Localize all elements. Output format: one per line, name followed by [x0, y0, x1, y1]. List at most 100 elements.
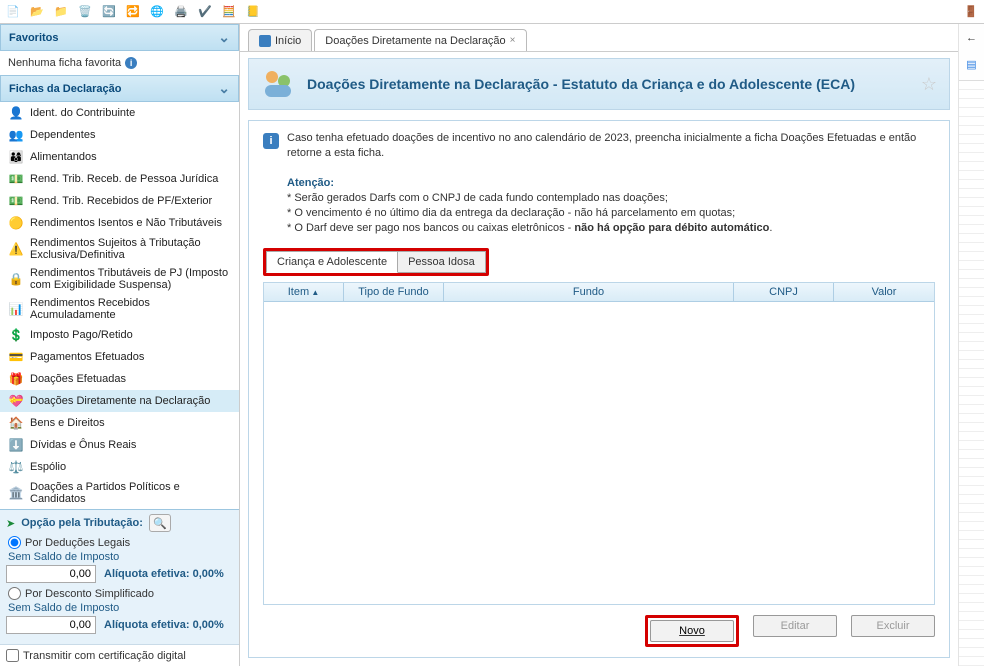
tab-home[interactable]: Início	[248, 29, 312, 51]
info-icon[interactable]: i	[125, 57, 137, 69]
subtab-bar: Criança e Adolescente Pessoa Idosa	[263, 248, 935, 276]
exempt-icon: 🟡	[8, 215, 24, 231]
sort-asc-icon	[309, 286, 319, 298]
tree-item[interactable]: 📊Rendimentos Recebidos Acumuladamente	[0, 294, 239, 324]
excluir-button: Excluir	[851, 615, 935, 637]
col-item[interactable]: Item	[264, 283, 344, 301]
tree-item[interactable]: 💲Imposto Pago/Retido	[0, 324, 239, 346]
simplificado-value-input[interactable]	[6, 616, 96, 634]
trash-icon[interactable]: 🗑️	[76, 3, 94, 21]
cert-digital-checkbox[interactable]	[6, 649, 19, 662]
money-in-icon: 💵	[8, 171, 24, 187]
tax-option-title: Opção pela Tributação:	[21, 517, 143, 529]
arrow-icon: ➤	[6, 517, 15, 530]
tree-item[interactable]: 👨‍👩‍👦Alimentandos	[0, 146, 239, 168]
family-icon: 👨‍👩‍👦	[8, 149, 24, 165]
tree-item[interactable]: ⚖️Espólio	[0, 456, 239, 478]
col-valor[interactable]: Valor	[834, 283, 934, 301]
sidebar: Favoritos Nenhuma ficha favorita i Ficha…	[0, 24, 240, 666]
col-cnpj[interactable]: CNPJ	[734, 283, 834, 301]
right-strip: ← ▤	[958, 24, 984, 666]
cert-digital-label: Transmitir com certificação digital	[23, 650, 186, 662]
highlight-subtabs: Criança e Adolescente Pessoa Idosa	[263, 248, 489, 276]
back-arrow-icon[interactable]: ←	[964, 30, 980, 46]
highlight-novo: Novo	[645, 615, 739, 647]
favorites-title: Favoritos	[9, 32, 59, 44]
notice-text: Caso tenha efetuado doações de incentivo…	[287, 131, 935, 236]
tree-item[interactable]: ⬇️Dívidas e Ônus Reais	[0, 434, 239, 456]
help-icon[interactable]: 📒	[244, 3, 262, 21]
page-header: Doações Diretamente na Declaração - Esta…	[248, 58, 950, 110]
col-tipo[interactable]: Tipo de Fundo	[344, 283, 444, 301]
deducoes-value-input[interactable]	[6, 565, 96, 583]
radio-deducoes-label: Por Deduções Legais	[25, 537, 130, 549]
chevron-down-icon	[218, 80, 230, 97]
notice-l2: * O vencimento é no último dia da entreg…	[287, 207, 735, 219]
tree-item[interactable]: 👤Ident. do Contribuinte	[0, 102, 239, 124]
folder-icon[interactable]: 📁	[52, 3, 70, 21]
tree-item[interactable]: 💳Pagamentos Efetuados	[0, 346, 239, 368]
print-icon[interactable]: 🖨️	[172, 3, 190, 21]
tree-item[interactable]: ⚠️Rendimentos Sujeitos à Tributação Excl…	[0, 234, 239, 264]
radio-simplificado-input[interactable]	[8, 587, 21, 600]
notice-l3c: .	[769, 222, 772, 234]
search-icon[interactable]: 🔍	[149, 514, 171, 532]
doc-icon[interactable]: ▤	[964, 56, 980, 72]
new-doc-icon[interactable]: 📄	[4, 3, 22, 21]
novo-button[interactable]: Novo	[650, 620, 734, 642]
favorite-star-icon[interactable]: ☆	[921, 74, 937, 95]
notice-l3a: * O Darf deve ser pago nos bancos ou cai…	[287, 222, 574, 234]
button-row: Novo Editar Excluir	[249, 605, 949, 657]
card-icon: 💳	[8, 349, 24, 365]
calculator-icon[interactable]: 🧮	[220, 3, 238, 21]
cert-digital-row[interactable]: Transmitir com certificação digital	[0, 644, 239, 666]
tree-item[interactable]: 🏛️Doações a Partidos Políticos e Candida…	[0, 478, 239, 508]
close-icon[interactable]: ×	[510, 35, 516, 46]
tree-item[interactable]: 👥Dependentes	[0, 124, 239, 146]
grid-header: Item Tipo de Fundo Fundo CNPJ Valor	[264, 283, 934, 302]
tab-active[interactable]: Doações Diretamente na Declaração ×	[314, 29, 526, 51]
subtab-crianca[interactable]: Criança e Adolescente	[266, 251, 398, 273]
info-icon: i	[263, 133, 279, 149]
tab-bar: Início Doações Diretamente na Declaração…	[240, 24, 958, 52]
tree-item-selected[interactable]: 💝Doações Diretamente na Declaração	[0, 390, 239, 412]
notice-msg: Caso tenha efetuado doações de incentivo…	[287, 132, 916, 159]
col-fundo[interactable]: Fundo	[444, 283, 734, 301]
subtab-idosa[interactable]: Pessoa Idosa	[398, 251, 486, 273]
tree-item[interactable]: 🟡Rendimentos Isentos e Não Tributáveis	[0, 212, 239, 234]
favorites-empty-row: Nenhuma ficha favorita i	[0, 51, 239, 75]
sync-icon[interactable]: 🔁	[124, 3, 142, 21]
radio-deducoes[interactable]: Por Deduções Legais	[8, 536, 233, 549]
person-icon: 👤	[8, 105, 24, 121]
radio-simplificado[interactable]: Por Desconto Simplificado	[8, 587, 233, 600]
tree-item[interactable]: 🎁Doações Efetuadas	[0, 368, 239, 390]
warning-icon: ⚠️	[8, 241, 24, 257]
tree-item[interactable]: 💵Rend. Trib. Recebidos de PF/Exterior	[0, 190, 239, 212]
exit-icon[interactable]: 🚪	[962, 3, 980, 21]
tree-item[interactable]: 🏠Bens e Direitos	[0, 412, 239, 434]
tax-icon: 💲	[8, 327, 24, 343]
notice-box: i Caso tenha efetuado doações de incenti…	[249, 121, 949, 242]
donation-icon: 💝	[8, 393, 24, 409]
fichas-header[interactable]: Fichas da Declaração	[0, 75, 239, 102]
tax-option-box: ➤ Opção pela Tributação: 🔍 Por Deduções …	[0, 509, 239, 644]
tree-item[interactable]: 💵Rend. Trib. Receb. de Pessoa Jurídica	[0, 168, 239, 190]
atencao-label: Atenção:	[287, 177, 334, 189]
tree-item[interactable]: 🔒Rendimentos Tributáveis de PJ (Imposto …	[0, 264, 239, 294]
check-icon[interactable]: ✔️	[196, 3, 214, 21]
gift-icon: 🎁	[8, 371, 24, 387]
radio-deducoes-input[interactable]	[8, 536, 21, 549]
favorites-header[interactable]: Favoritos	[0, 24, 239, 51]
grid-body-empty	[264, 302, 934, 604]
suspended-icon: 🔒	[8, 271, 24, 287]
radio-simplificado-label: Por Desconto Simplificado	[25, 588, 154, 600]
sem-saldo-label-2: Sem Saldo de Imposto	[8, 602, 233, 614]
globe-icon[interactable]: 🌐	[148, 3, 166, 21]
aliquota-deducoes: Alíquota efetiva: 0,00%	[104, 568, 224, 580]
sem-saldo-label-1: Sem Saldo de Imposto	[8, 551, 233, 563]
main-area: Início Doações Diretamente na Declaração…	[240, 24, 958, 666]
refresh-icon[interactable]: 🔄	[100, 3, 118, 21]
estate-icon: ⚖️	[8, 459, 24, 475]
notice-l1: * Serão gerados Darfs com o CNPJ de cada…	[287, 192, 668, 204]
open-folder-icon[interactable]: 📂	[28, 3, 46, 21]
